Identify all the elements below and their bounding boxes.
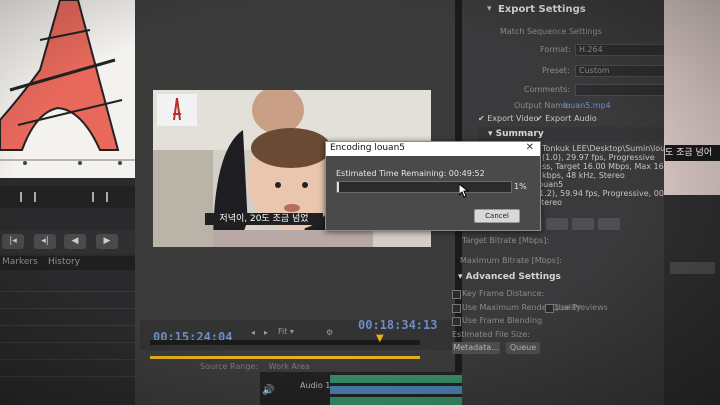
left-transport-controls: |◂ ◂| ◀ ▶ (0, 230, 135, 254)
format-label: Format: (540, 45, 571, 54)
work-area-bar[interactable] (150, 356, 420, 359)
frame-blending-label: Use Frame Blending (462, 316, 543, 325)
preset-dropdown[interactable]: Custom (575, 65, 667, 77)
summary-line: (1.0), 29.97 fps, Progressive (542, 153, 655, 162)
mark-in-icon[interactable]: ◂ (251, 328, 255, 337)
estimated-size-label: Estimated File Size: (452, 330, 531, 339)
left-panel-tabs: Markers History (0, 256, 135, 270)
cancel-button[interactable]: Cancel (474, 209, 520, 223)
use-previews-checkbox[interactable] (545, 304, 554, 313)
max-render-checkbox[interactable] (452, 304, 461, 313)
step-back-button[interactable]: ◂| (34, 234, 56, 249)
export-video-label: Export Video (487, 114, 539, 123)
key-frame-label: Key Frame Distance: (462, 289, 545, 298)
metadata-button[interactable]: Metadata... (452, 342, 500, 354)
output-name-link[interactable]: louan5.mp4 (563, 101, 611, 110)
format-dropdown[interactable]: H.264 (575, 44, 667, 56)
summary-title: ▾ Summary (488, 129, 544, 139)
export-audio-label: Export Audio (545, 114, 597, 123)
play-button[interactable]: ▶ (96, 234, 118, 249)
fit-label: Fit (278, 327, 288, 336)
estimated-time-label: Estimated Time Remaining: 00:49:52 (336, 169, 485, 178)
advanced-settings-text: Advanced Settings (465, 272, 561, 282)
summary-title-text: Summary (495, 129, 544, 139)
tab-video[interactable] (546, 218, 568, 230)
settings-icon[interactable]: ⚙ (326, 328, 333, 337)
encoding-progress-fill (337, 182, 339, 192)
source-range-label: Source Range: (200, 362, 259, 371)
use-previews-label: Use Previews (555, 303, 608, 312)
preview-subtitle: 저녁이, 20도 조금 넘었 (205, 213, 323, 225)
source-range-row: Source Range: Work Area (200, 362, 310, 371)
duration-timecode: 00:18:34:13 (358, 318, 438, 332)
preset-value: Custom (579, 66, 610, 75)
key-frame-checkbox[interactable] (452, 290, 461, 299)
export-video-checkbox[interactable]: ✔ Export Video (478, 114, 538, 123)
max-bitrate-label: Maximum Bitrate [Mbps]: (460, 256, 562, 265)
mark-in-button[interactable]: |◂ (2, 234, 24, 249)
mark-out-icon[interactable]: ▸ (264, 328, 268, 337)
right-thumbnail[interactable] (670, 262, 715, 274)
rewind-button[interactable]: ◀ (64, 234, 86, 249)
work-area-dropdown[interactable]: Work Area (269, 362, 310, 371)
tab-markers[interactable]: Markers (2, 257, 38, 267)
progress-percent: 1% (514, 182, 527, 191)
tab-multiplexer[interactable] (598, 218, 620, 230)
tab-history[interactable]: History (48, 257, 80, 267)
track-speaker-icon[interactable]: 🔊 (262, 385, 274, 396)
queue-button[interactable]: Queue (506, 342, 540, 354)
encoding-dialog: Encoding louan5 ✕ Estimated Time Remaini… (325, 141, 541, 231)
close-icon[interactable]: ✕ (526, 142, 534, 153)
playhead-icon[interactable]: ▼ (376, 333, 384, 344)
export-settings-title: Export Settings (498, 4, 586, 15)
frame-blending-checkbox[interactable] (452, 317, 461, 326)
match-sequence-checkbox-label[interactable]: Match Sequence Settings (500, 27, 602, 36)
fit-dropdown[interactable]: Fit ▾ (278, 327, 294, 336)
dialog-title: Encoding louan5 (330, 143, 405, 153)
right-preview-subtitle: 도 조금 넘어 (665, 145, 720, 161)
format-value: H.264 (579, 45, 603, 54)
dialog-titlebar[interactable]: Encoding louan5 ✕ (326, 142, 540, 156)
comments-input[interactable] (575, 84, 672, 96)
export-audio-checkbox[interactable]: ✔ Export Audio (536, 114, 597, 123)
right-lower-panel (664, 195, 720, 405)
advanced-settings-title: ▾ Advanced Settings (458, 272, 561, 282)
left-marker-bar (0, 186, 135, 208)
audio-track-label: Audio 1 (300, 381, 331, 390)
comments-label: Comments: (524, 85, 571, 94)
tab-audio[interactable] (572, 218, 594, 230)
preset-label: Preset: (542, 66, 570, 75)
target-bitrate-label: Target Bitrate [Mbps]: (462, 236, 550, 245)
encoding-progress-bar (336, 181, 512, 193)
cartoon-drawing (0, 0, 135, 178)
left-panel-list (0, 275, 135, 405)
summary-line: kbps, 48 kHz, Stereo (542, 171, 625, 180)
dialog-body: Estimated Time Remaining: 00:49:52 1% Ca… (326, 156, 540, 230)
collapse-arrow-icon[interactable]: ▾ (487, 4, 492, 14)
